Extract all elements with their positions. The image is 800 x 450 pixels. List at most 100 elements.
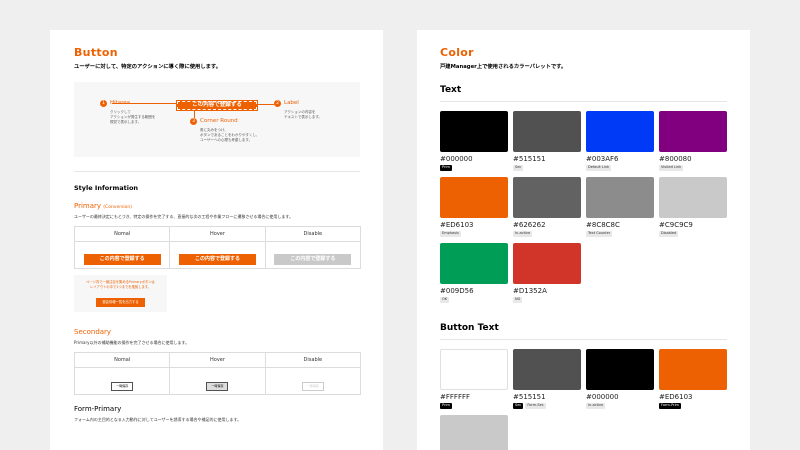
color-swatch-box (659, 349, 727, 390)
primary-usage-note: ページ内で一番注目を集めるPrimaryボタンは レイアウトの中で1つまでを推奨… (74, 275, 167, 312)
color-swatch: #515151 Sec Form-Sec (513, 349, 581, 409)
primary-states-table: Nomal Hover Disable この内容で登録する この内容で登録する … (73, 226, 362, 269)
annotation-title: Label (284, 100, 299, 106)
color-swatch-box (440, 415, 508, 450)
primary-desc: ユーザーの最終決定にもとづき、特定の操作を完了する、直接的な次の工程や作業フロー… (74, 214, 293, 219)
color-hex-code: #ED6103 (659, 393, 693, 401)
primary-title: Primary (74, 202, 102, 210)
color-hex-code: #D1352A (513, 287, 547, 295)
color-swatch: #626262 In-active (513, 177, 581, 237)
usage-tag: NG (513, 297, 523, 303)
color-swatch: #003AF6 Default Link (586, 111, 654, 171)
divider (440, 339, 727, 340)
color-hex-code: #8C8C8C (586, 221, 620, 229)
button-anatomy-diagram: この内容で登録する 1 Hitarea クリックして アクションが発生する範囲を… (74, 82, 360, 157)
color-hex-code: #000000 (586, 393, 619, 401)
usage-tags: Disabled (659, 231, 727, 237)
button-text-color-grid: #FFFFFF Prim #515151 Sec Form-Sec #000000 In-a… (440, 349, 727, 450)
color-hex-code: #800080 (659, 155, 692, 163)
usage-tag: Sec (513, 403, 524, 409)
usage-tags: Sec (513, 165, 581, 171)
usage-tag: Prim (440, 165, 452, 171)
annotation-corner-round: 3 Corner Round (190, 118, 238, 125)
secondary-button-normal[interactable]: 一時保存 (111, 381, 134, 391)
demo-button[interactable]: この内容で登録する (176, 100, 258, 111)
color-swatch-box (440, 349, 508, 390)
color-swatch-box (513, 349, 581, 390)
annotation-desc-hitarea: クリックして アクションが発生する範囲を 視覚で表示します。 (110, 110, 156, 124)
divider (74, 171, 360, 172)
usage-tag: Emphasis (440, 231, 461, 237)
color-swatch: #515151 Sec (513, 111, 581, 171)
primary-button-normal[interactable]: この内容で登録する (83, 254, 161, 265)
annotation-number: 3 (190, 118, 197, 125)
color-swatch-box (440, 243, 508, 284)
usage-tag: Form-Sec (525, 403, 546, 409)
color-hex-code: #000000 (440, 155, 473, 163)
usage-tags: Text Counter (586, 231, 654, 237)
color-swatch-box (513, 243, 581, 284)
header-disable: Disable (264, 226, 362, 242)
color-swatch-box (440, 177, 508, 218)
color-swatch: #ED6103 Form-Prim (659, 349, 727, 409)
primary-button-hover[interactable]: この内容で登録する (178, 254, 256, 265)
annotation-number: 2 (274, 100, 281, 107)
divider (440, 101, 727, 102)
text-colors-heading: Text (440, 85, 462, 95)
color-swatch-box (586, 349, 654, 390)
secondary-button-hover[interactable]: 一時保存 (206, 381, 229, 391)
usage-tags: In-active (586, 403, 654, 409)
usage-tags: NG (513, 297, 581, 303)
color-hex-code: #003AF6 (586, 155, 619, 163)
usage-tags: Default Link (586, 165, 654, 171)
form-primary-heading: Form-Primary (74, 405, 122, 413)
color-hex-code: #C9C9C9 (659, 221, 693, 229)
header-hover: Hover (169, 226, 266, 242)
color-hex-code: #FFFFFF (440, 393, 471, 401)
color-swatch-box (513, 177, 581, 218)
button-section-title: Button (74, 46, 118, 59)
header-hover: Hover (169, 352, 266, 368)
usage-tag: In-active (513, 231, 533, 237)
color-swatch: #800080 Visited Link (659, 111, 727, 171)
color-hex-code: #ED6103 (440, 221, 474, 229)
color-swatch-box (513, 111, 581, 152)
button-section-subtitle: ユーザーに対して、特定のアクションに導く際に使用します。 (74, 64, 221, 70)
usage-tags: Visited Link (659, 165, 727, 171)
color-hex-code: #626262 (513, 221, 546, 229)
color-guideline-panel: Color 戸建Manager上で使用されるカラーパレットです。 Text #0… (417, 30, 750, 450)
usage-tags: Form-Prim (659, 403, 727, 409)
usage-tags: Emphasis (440, 231, 508, 237)
color-hex-code: #515151 (513, 393, 546, 401)
annotation-label: 2 Label (274, 100, 299, 107)
usage-tag: Prim (440, 403, 452, 409)
color-swatch: #009D56 OK (440, 243, 508, 303)
color-swatch: #ED6103 Emphasis (440, 177, 508, 237)
annotation-title: Corner Round (200, 118, 238, 124)
color-hex-code: #515151 (513, 155, 546, 163)
color-hex-code: #009D56 (440, 287, 474, 295)
color-swatch: #D1352A NG (513, 243, 581, 303)
button-guideline-panel: Button ユーザーに対して、特定のアクションに導く際に使用します。 この内容… (50, 30, 383, 450)
color-swatch-box (659, 111, 727, 152)
primary-button-disabled: この内容で登録する (274, 254, 352, 265)
usage-tag: Form-Prim (659, 403, 681, 409)
header-normal: Nomal (73, 226, 171, 242)
form-primary-desc: フォーム内の主目的となる入力動作に対してユーザーを誘導する場合や補足的に使用しま… (74, 417, 242, 422)
button-text-colors-heading: Button Text (440, 323, 499, 333)
corner-connector (194, 111, 195, 118)
export-button[interactable]: 退会情報一覧を出力する (96, 298, 145, 307)
color-section-subtitle: 戸建Manager上で使用されるカラーパレットです。 (440, 64, 567, 70)
color-swatch-box (586, 177, 654, 218)
usage-tags: Prim (440, 403, 508, 409)
usage-tag: Disabled (659, 231, 679, 237)
annotation-hitarea: 1 Hitarea (100, 100, 130, 107)
color-swatch-box (659, 177, 727, 218)
header-disable: Disable (264, 352, 362, 368)
annotation-desc-label: アクションの内容を テキストで表示します。 (284, 110, 323, 119)
style-information-heading: Style Information (74, 184, 139, 192)
color-swatch: #000000 In-active (586, 349, 654, 409)
usage-tags: Sec Form-Sec (513, 403, 581, 409)
color-swatch-box (440, 111, 508, 152)
primary-note-text: ページ内で一番注目を集めるPrimaryボタンは レイアウトの中で1つまでを推奨… (86, 280, 155, 289)
